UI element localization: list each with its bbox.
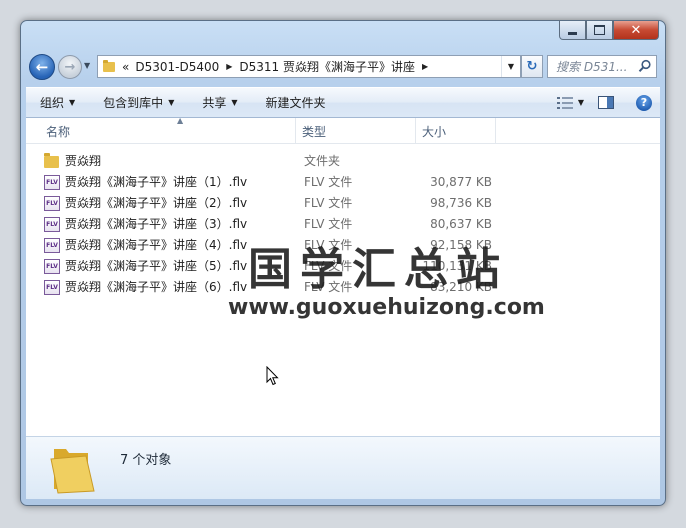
chevron-down-icon: ▼ [69, 98, 76, 107]
flv-icon-label: FLV [46, 179, 58, 186]
chevron-down-icon: ▼ [231, 98, 238, 107]
explorer-window: ✕ ← → ▼ « D5301-D5400 ▶ D5311 贾焱翔《渊海子平》讲… [20, 20, 666, 506]
file-size: 98,736 KB [430, 196, 492, 210]
search-input[interactable] [554, 58, 636, 75]
watermark-url: www.guoxuehuizong.com [228, 295, 545, 320]
folder-icon [44, 153, 59, 168]
file-list-pane: ▲ 名称 类型 大小 贾焱翔 文件夹 FLV 贾焱翔《渊海子平》讲座（1）.fl… [26, 118, 660, 436]
folder-icon [50, 449, 95, 494]
change-view-icon[interactable] [556, 96, 573, 109]
caption-buttons: ✕ [559, 21, 659, 40]
column-header-row: ▲ 名称 类型 大小 [26, 118, 660, 144]
share-label: 共享 [202, 96, 227, 110]
mouse-pointer-icon [266, 366, 279, 386]
file-name: 贾焱翔《渊海子平》讲座（5）.flv [65, 259, 248, 273]
minimize-button[interactable] [559, 21, 586, 40]
forward-arrow-icon: → [64, 59, 76, 75]
file-name: 贾焱翔《渊海子平》讲座（3）.flv [65, 217, 248, 231]
flv-file-icon: FLV [44, 238, 60, 253]
help-glyph: ? [640, 96, 648, 109]
recent-pages-dropdown[interactable]: ▼ [84, 61, 94, 73]
file-row[interactable]: FLV 贾焱翔《渊海子平》讲座（3）.flv FLV 文件 80,637 KB [26, 214, 660, 235]
flv-icon-label: FLV [46, 242, 58, 249]
back-button[interactable]: ← [29, 54, 55, 80]
column-type-label: 类型 [302, 125, 327, 139]
breadcrumb-overflow[interactable]: « [119, 60, 132, 74]
close-button[interactable]: ✕ [613, 21, 659, 40]
object-count: 7 个对象 [120, 453, 172, 468]
file-size: 80,637 KB [430, 217, 492, 231]
flv-file-icon: FLV [44, 280, 60, 295]
refresh-icon: ↻ [526, 59, 538, 74]
organize-menu[interactable]: 组织 ▼ [26, 94, 89, 111]
file-name: 贾焱翔《渊海子平》讲座（1）.flv [65, 175, 248, 189]
column-name-label: 名称 [46, 125, 71, 139]
details-pane: 7 个对象 [26, 436, 660, 499]
file-row[interactable]: FLV 贾焱翔《渊海子平》讲座（2）.flv FLV 文件 98,736 KB [26, 193, 660, 214]
file-name: 贾焱翔《渊海子平》讲座（6）.flv [65, 280, 248, 294]
share-menu[interactable]: 共享 ▼ [188, 94, 251, 111]
address-bar[interactable]: « D5301-D5400 ▶ D5311 贾焱翔《渊海子平》讲座 ▶ ▼ [97, 55, 521, 78]
flv-file-icon: FLV [44, 217, 60, 232]
watermark-title: 国学汇总站 [248, 244, 508, 295]
sort-ascending-icon: ▲ [177, 118, 184, 125]
breadcrumb-current-folder[interactable]: D5311 贾焱翔《渊海子平》讲座 [236, 58, 418, 75]
chevron-down-icon: ▼ [168, 98, 175, 107]
flv-file-icon: FLV [44, 196, 60, 211]
navigation-row: ← → ▼ « D5301-D5400 ▶ D5311 贾焱翔《渊海子平》讲座 … [29, 53, 657, 81]
close-icon: ✕ [630, 22, 642, 38]
preview-pane-icon[interactable] [598, 96, 614, 109]
file-name: 贾焱翔《渊海子平》讲座（4）.flv [65, 238, 248, 252]
maximize-button[interactable] [586, 21, 613, 40]
command-bar: 组织 ▼ 包含到库中 ▼ 共享 ▼ 新建文件夹 ▼ ? [26, 87, 660, 118]
breadcrumb-chevron-icon[interactable]: ▶ [222, 62, 236, 71]
command-bar-right: ▼ ? [556, 88, 660, 117]
flv-file-icon: FLV [44, 175, 60, 190]
flv-icon-label: FLV [46, 284, 58, 291]
include-in-library-menu[interactable]: 包含到库中 ▼ [89, 94, 188, 111]
file-type: 文件夹 [304, 154, 341, 168]
column-header-name[interactable]: ▲ 名称 [40, 118, 296, 143]
view-options-dropdown[interactable]: ▼ [578, 98, 584, 107]
maximize-icon [594, 25, 605, 35]
organize-label: 组织 [40, 96, 65, 110]
flv-icon-label: FLV [46, 200, 58, 207]
column-header-size[interactable]: 大小 [416, 118, 496, 143]
file-size: 30,877 KB [430, 175, 492, 189]
column-size-label: 大小 [422, 125, 447, 139]
file-type: FLV 文件 [304, 196, 353, 210]
search-box[interactable] [547, 55, 657, 78]
flv-file-icon: FLV [44, 259, 60, 274]
file-name: 贾焱翔 [65, 154, 102, 168]
back-arrow-icon: ← [35, 58, 49, 76]
search-icon[interactable] [638, 59, 652, 73]
flv-icon-label: FLV [46, 221, 58, 228]
include-library-label: 包含到库中 [103, 96, 164, 110]
breadcrumb-d5301-d5400[interactable]: D5301-D5400 [132, 60, 222, 74]
refresh-button[interactable]: ↻ [521, 55, 543, 78]
column-header-type[interactable]: 类型 [296, 118, 416, 143]
help-icon[interactable]: ? [636, 94, 652, 111]
file-row[interactable]: 贾焱翔 文件夹 [26, 151, 660, 172]
new-folder-button[interactable]: 新建文件夹 [252, 94, 340, 111]
new-folder-label: 新建文件夹 [265, 96, 326, 110]
file-row[interactable]: FLV 贾焱翔《渊海子平》讲座（1）.flv FLV 文件 30,877 KB [26, 172, 660, 193]
flv-icon-label: FLV [46, 263, 58, 270]
file-type: FLV 文件 [304, 217, 353, 231]
forward-button[interactable]: → [58, 55, 82, 79]
folder-icon [103, 59, 115, 72]
minimize-icon [568, 31, 577, 35]
breadcrumb-chevron-icon[interactable]: ▶ [418, 62, 432, 71]
file-name: 贾焱翔《渊海子平》讲座（2）.flv [65, 196, 248, 210]
file-type: FLV 文件 [304, 175, 353, 189]
address-dropdown-button[interactable]: ▼ [501, 56, 520, 77]
